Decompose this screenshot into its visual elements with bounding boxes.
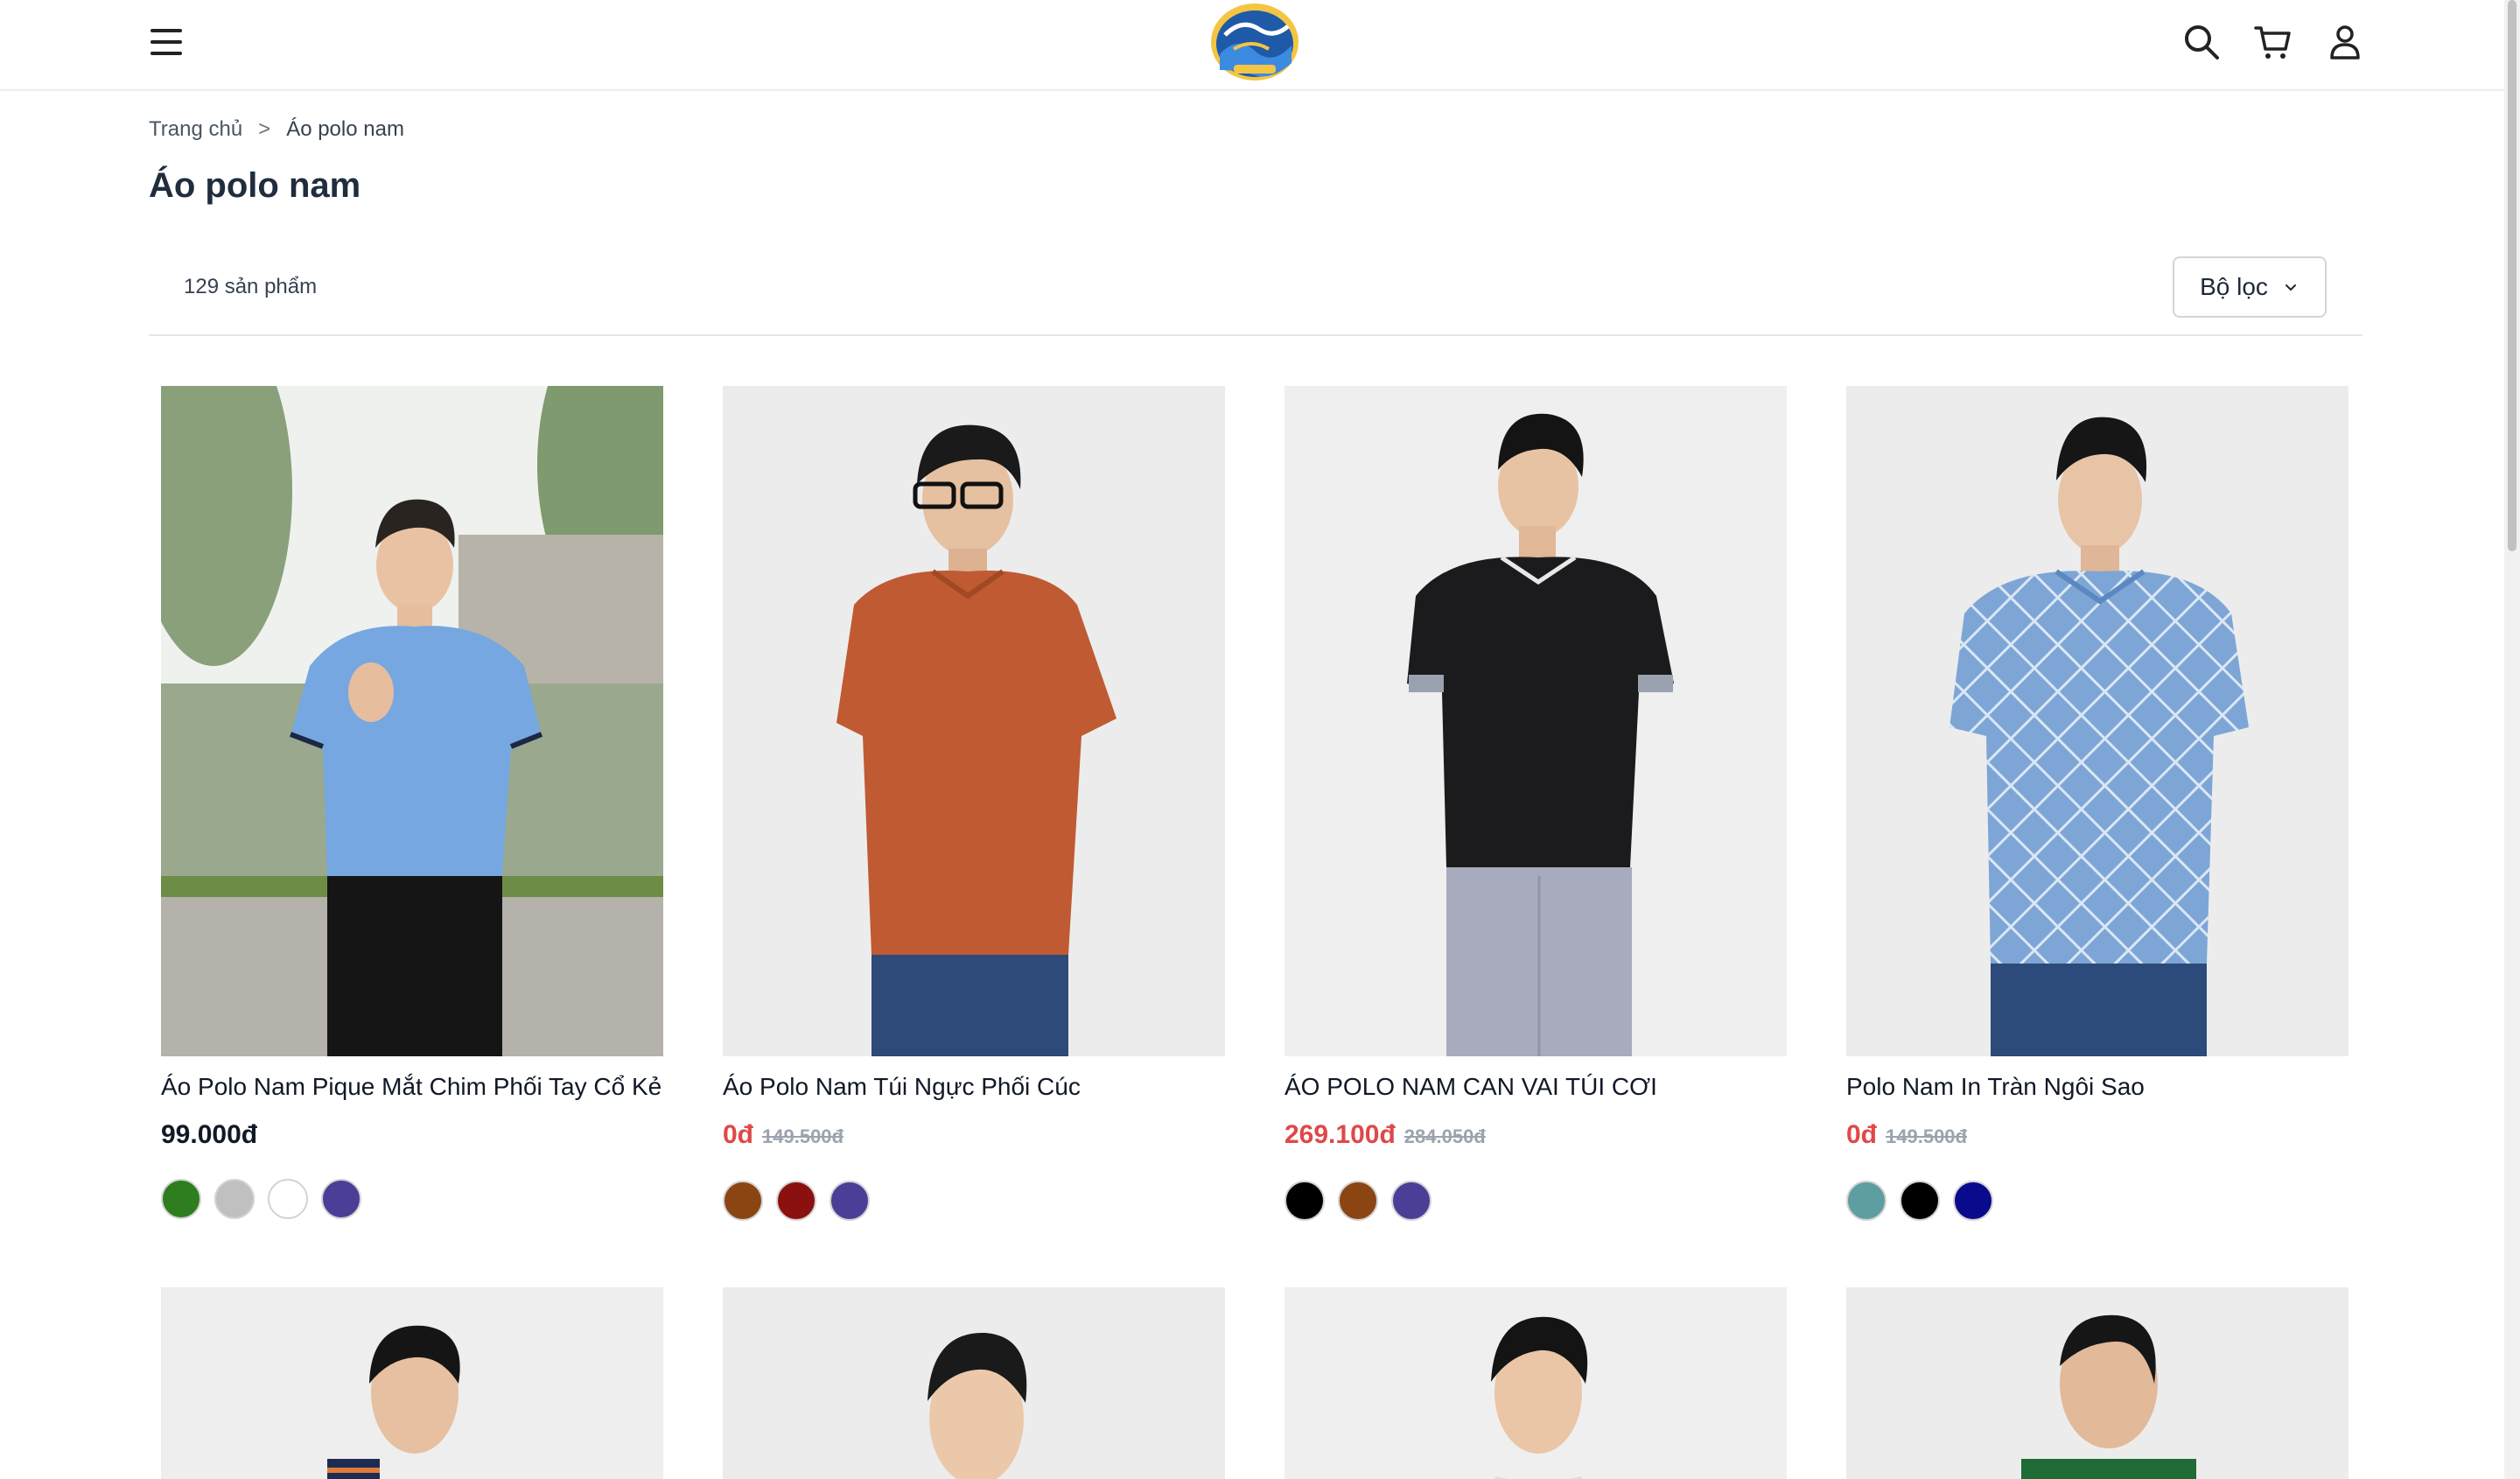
color-swatch[interactable] <box>1284 1181 1325 1221</box>
color-swatches <box>1284 1181 1787 1221</box>
color-swatch[interactable] <box>1953 1181 1993 1221</box>
price-original: 284.050đ <box>1404 1125 1486 1147</box>
color-swatch[interactable] <box>830 1181 870 1221</box>
product-name[interactable]: Áo Polo Nam Pique Mắt Chim Phối Tay Cổ K… <box>161 1070 663 1104</box>
product-card[interactable]: ÁO POLO NAM CAN VAI TÚI CƠI 269.100đ 284… <box>1284 386 1787 1221</box>
page-title: Áo polo nam <box>149 166 361 205</box>
product-card[interactable] <box>161 1287 663 1479</box>
color-swatch[interactable] <box>723 1181 763 1221</box>
product-image[interactable] <box>1846 386 2348 1056</box>
color-swatch[interactable] <box>1846 1181 1886 1221</box>
color-swatches <box>161 1179 663 1219</box>
product-image[interactable] <box>1846 1287 2348 1479</box>
breadcrumb-home-link[interactable]: Trang chủ <box>149 117 242 142</box>
product-name[interactable]: Polo Nam In Tràn Ngôi Sao <box>1846 1070 2348 1104</box>
color-swatch[interactable] <box>1338 1181 1378 1221</box>
color-swatches <box>723 1181 1225 1221</box>
search-icon[interactable] <box>2180 21 2222 63</box>
filter-button[interactable]: Bộ lọc <box>2173 256 2327 318</box>
product-card[interactable]: Áo Polo Nam Pique Mắt Chim Phối Tay Cổ K… <box>161 386 663 1219</box>
color-swatch[interactable] <box>321 1179 361 1219</box>
color-swatch[interactable] <box>268 1179 308 1219</box>
product-image[interactable] <box>1284 1287 1787 1479</box>
product-card[interactable]: Áo Polo Nam Túi Ngực Phối Cúc 0đ 149.500… <box>723 386 1225 1221</box>
product-image[interactable] <box>723 1287 1225 1479</box>
product-name[interactable]: ÁO POLO NAM CAN VAI TÚI CƠI <box>1284 1070 1787 1104</box>
product-image[interactable] <box>1284 386 1787 1056</box>
price-current: 99.000đ <box>161 1120 258 1149</box>
price-current: 269.100đ <box>1284 1120 1396 1149</box>
product-toolbar: 129 sản phẩm Bộ lọc <box>149 254 2362 336</box>
site-header <box>0 0 2504 91</box>
price-original: 149.500đ <box>762 1125 844 1147</box>
color-swatch[interactable] <box>1900 1181 1940 1221</box>
product-price: 0đ 149.500đ <box>723 1118 1225 1154</box>
site-logo[interactable] <box>1208 0 1302 84</box>
hamburger-menu-icon[interactable] <box>150 29 182 55</box>
color-swatch[interactable] <box>1391 1181 1432 1221</box>
filter-button-label: Bộ lọc <box>2200 273 2268 300</box>
scrollbar-thumb[interactable] <box>2508 0 2516 551</box>
product-image[interactable] <box>723 386 1225 1056</box>
product-price: 99.000đ <box>161 1118 663 1153</box>
color-swatch[interactable] <box>214 1179 255 1219</box>
price-current: 0đ <box>1846 1120 1878 1149</box>
product-card[interactable] <box>723 1287 1225 1479</box>
user-icon[interactable] <box>2324 21 2366 63</box>
color-swatches <box>1846 1181 2348 1221</box>
product-image[interactable] <box>161 386 663 1056</box>
product-card[interactable] <box>1284 1287 1787 1479</box>
color-swatch[interactable] <box>776 1181 816 1221</box>
product-price: 269.100đ 284.050đ <box>1284 1118 1787 1154</box>
breadcrumb: Trang chủ > Áo polo nam <box>149 116 404 144</box>
product-count: 129 sản phẩm <box>184 275 318 298</box>
product-card[interactable] <box>1846 1287 2348 1479</box>
breadcrumb-current: Áo polo nam <box>286 117 404 141</box>
price-current: 0đ <box>723 1120 754 1149</box>
chevron-down-icon <box>2285 284 2296 291</box>
color-swatch[interactable] <box>161 1179 201 1219</box>
product-price: 0đ 149.500đ <box>1846 1118 2348 1154</box>
price-original: 149.500đ <box>1886 1125 1967 1147</box>
breadcrumb-separator: > <box>258 117 271 141</box>
product-card[interactable]: Polo Nam In Tràn Ngôi Sao 0đ 149.500đ <box>1846 386 2348 1221</box>
product-name[interactable]: Áo Polo Nam Túi Ngực Phối Cúc <box>723 1070 1225 1104</box>
cart-icon[interactable] <box>2252 21 2294 63</box>
product-image[interactable] <box>161 1287 663 1479</box>
